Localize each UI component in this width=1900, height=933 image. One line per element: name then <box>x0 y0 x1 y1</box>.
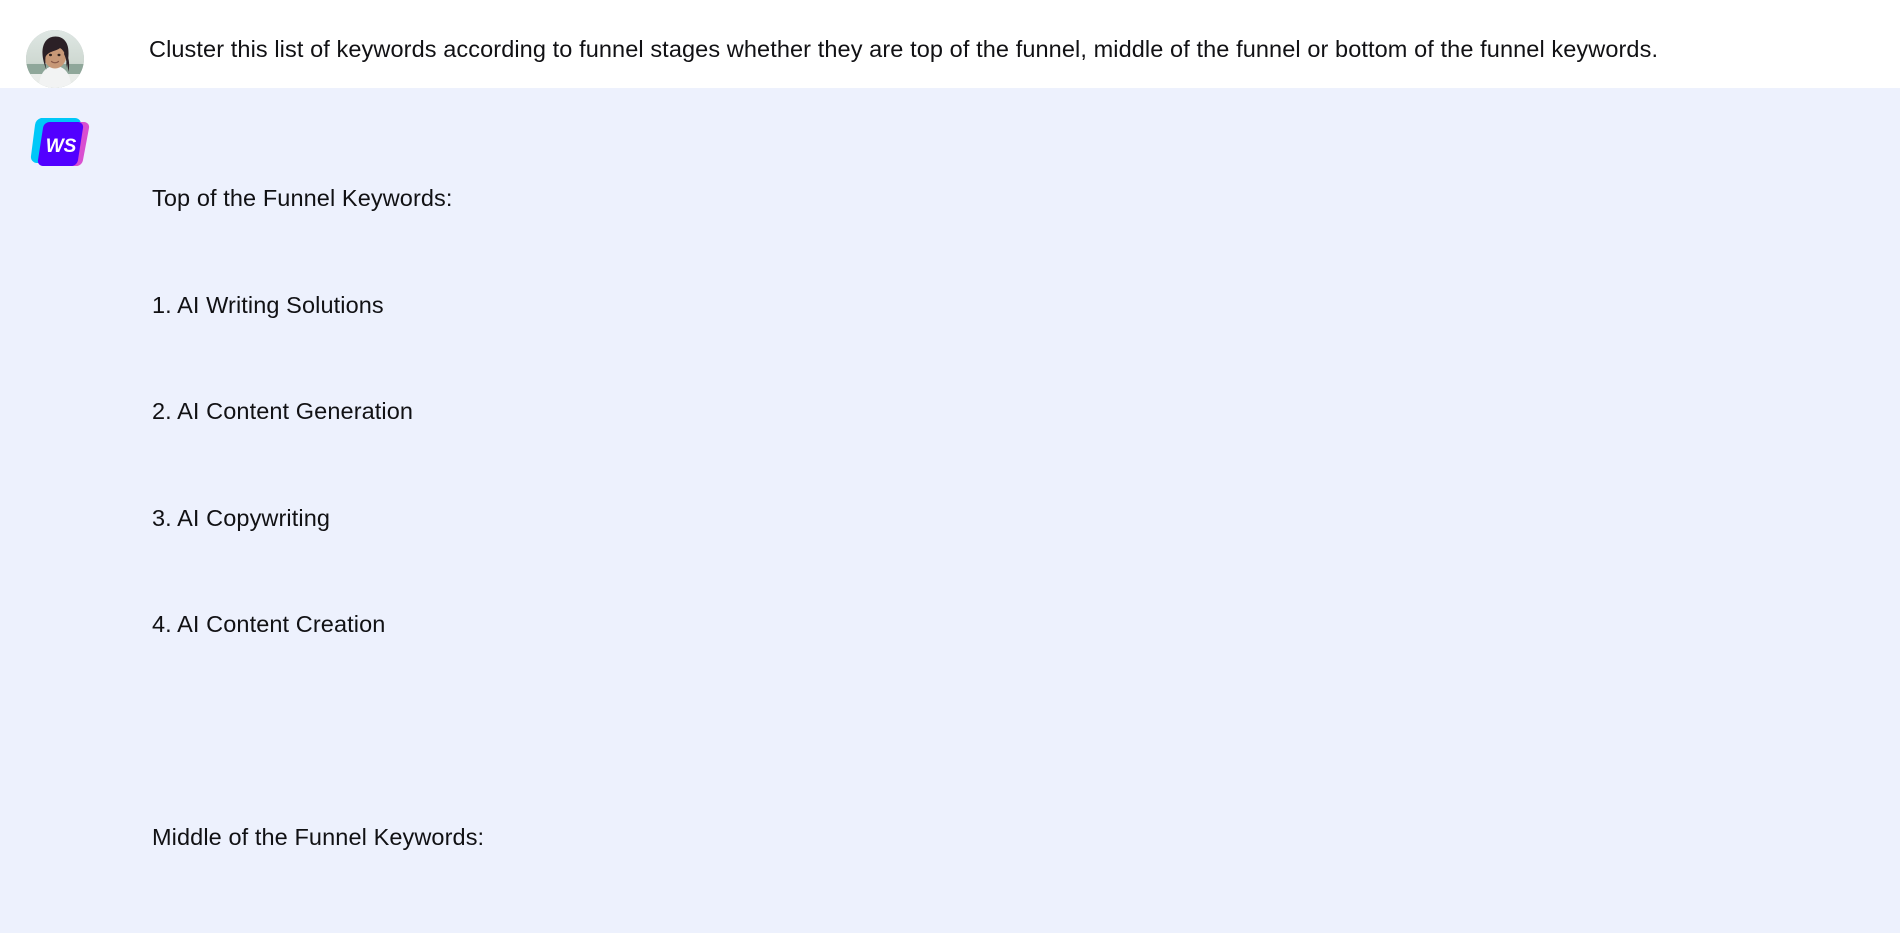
assistant-answer-text: Top of the Funnel Keywords: 1. AI Writin… <box>152 110 496 933</box>
avatar <box>26 30 84 88</box>
user-message-text: Cluster this list of keywords according … <box>149 36 1659 62</box>
answer-line: 5. AI Writer Benefits <box>152 927 496 933</box>
answer-blank-line <box>152 714 496 750</box>
answer-line: 2. AI Content Generation <box>152 398 414 424</box>
answer-line: 4. AI Content Creation <box>152 611 386 637</box>
chat-conversation: Cluster this list of keywords according … <box>0 0 1900 933</box>
answer-line: Top of the Funnel Keywords: <box>152 185 453 211</box>
writesonic-logo-icon: WS <box>28 112 90 168</box>
svg-text:WS: WS <box>46 136 77 157</box>
answer-line: Middle of the Funnel Keywords: <box>152 824 485 850</box>
answer-line: 1. AI Writing Solutions <box>152 291 384 318</box>
assistant-message-turn: WS Top of the Funnel Keywords: 1. AI Wri… <box>0 88 1900 933</box>
answer-line: 3. AI Copywriting <box>152 504 331 531</box>
user-message-turn: Cluster this list of keywords according … <box>0 0 1900 88</box>
